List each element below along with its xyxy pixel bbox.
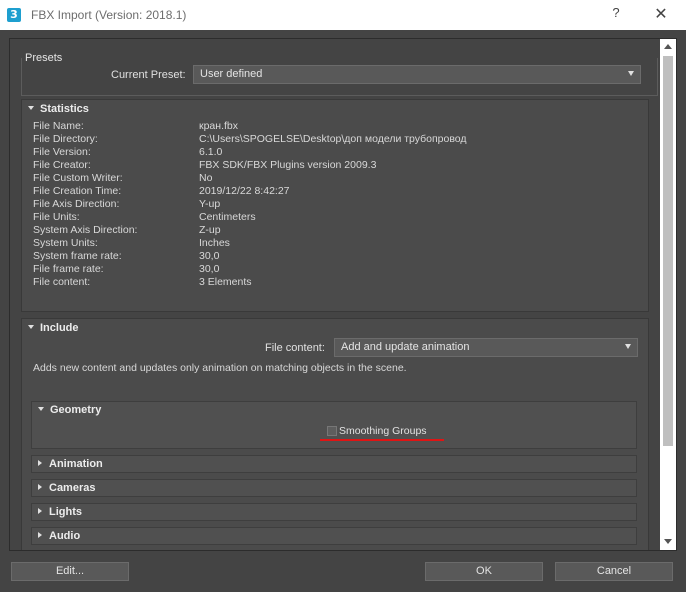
statistics-row-value: 30,0 <box>199 250 220 262</box>
cameras-rollout[interactable]: Cameras <box>31 479 637 497</box>
lights-header[interactable]: Lights <box>38 506 82 518</box>
scrollbar-thumb[interactable] <box>663 56 673 446</box>
smoothing-groups-checkbox[interactable] <box>327 426 337 436</box>
file-content-value: Add and update animation <box>341 341 470 353</box>
include-rollout: Include File content: Add and update ani… <box>21 318 649 550</box>
presets-label: Presets <box>25 52 63 64</box>
statistics-row-value: 2019/12/22 8:42:27 <box>199 185 290 197</box>
statistics-row-label: File content: <box>33 276 91 288</box>
current-preset-label: Current Preset: <box>111 69 186 81</box>
statistics-row-value: 6.1.0 <box>199 146 223 158</box>
animation-header[interactable]: Animation <box>38 458 103 470</box>
collapse-triangle-icon <box>38 532 42 539</box>
animation-rollout[interactable]: Animation <box>31 455 637 473</box>
statistics-row-label: System Units: <box>33 237 98 249</box>
statistics-row-value: Y-up <box>199 198 221 210</box>
scroll-down-icon[interactable] <box>664 539 672 544</box>
audio-header[interactable]: Audio <box>38 530 80 542</box>
chevron-down-icon <box>625 344 631 349</box>
close-button[interactable]: ✕ <box>651 4 671 24</box>
highlight-underline <box>320 439 444 441</box>
ok-button[interactable]: OK <box>425 562 543 581</box>
statistics-row-label: File Creator: <box>33 159 91 171</box>
vertical-scrollbar[interactable] <box>660 39 676 550</box>
expand-triangle-icon <box>28 106 34 111</box>
statistics-row-label: File Custom Writer: <box>33 172 123 184</box>
title-bar: 3 FBX Import (Version: 2018.1) ? ✕ <box>0 0 686 30</box>
statistics-row-value: Z-up <box>199 224 221 236</box>
statistics-row-label: System Axis Direction: <box>33 224 138 236</box>
file-content-label: File content: <box>265 342 325 354</box>
statistics-row-label: File Name: <box>33 120 84 132</box>
statistics-row-label: File Version: <box>33 146 91 158</box>
statistics-row-label: File Units: <box>33 211 80 223</box>
statistics-row-label: File Axis Direction: <box>33 198 120 210</box>
statistics-header[interactable]: Statistics <box>28 103 89 115</box>
statistics-row-value: 3 Elements <box>199 276 252 288</box>
geometry-rollout: Geometry Smoothing Groups <box>31 401 637 449</box>
main-panel: Presets Current Preset: User defined Sta… <box>9 38 677 551</box>
window-title: FBX Import (Version: 2018.1) <box>31 8 187 22</box>
statistics-row-value: FBX SDK/FBX Plugins version 2009.3 <box>199 159 377 171</box>
smoothing-groups-label: Smoothing Groups <box>339 425 427 437</box>
scroll-content: Presets Current Preset: User defined Sta… <box>10 39 660 550</box>
include-description: Adds new content and updates only animat… <box>33 362 407 374</box>
statistics-row-value: 30,0 <box>199 263 220 275</box>
collapse-triangle-icon <box>38 508 42 515</box>
statistics-row-label: System frame rate: <box>33 250 122 262</box>
expand-triangle-icon <box>38 407 44 412</box>
audio-rollout[interactable]: Audio <box>31 527 637 545</box>
collapse-triangle-icon <box>38 484 42 491</box>
lights-rollout[interactable]: Lights <box>31 503 637 521</box>
statistics-row-label: File Directory: <box>33 133 98 145</box>
statistics-row-label: File frame rate: <box>33 263 104 275</box>
statistics-row-value: Centimeters <box>199 211 256 223</box>
expand-triangle-icon <box>28 325 34 330</box>
app-icon: 3 <box>7 8 21 22</box>
scroll-up-icon[interactable] <box>664 44 672 49</box>
statistics-row-value: Inches <box>199 237 230 249</box>
chevron-down-icon <box>628 71 634 76</box>
help-button[interactable]: ? <box>609 5 623 20</box>
cancel-button[interactable]: Cancel <box>555 562 673 581</box>
file-content-dropdown[interactable]: Add and update animation <box>334 338 638 357</box>
collapse-triangle-icon <box>38 460 42 467</box>
statistics-row-value: C:\Users\SPOGELSE\Desktop\доп модели тру… <box>199 133 467 145</box>
edit-button[interactable]: Edit... <box>11 562 129 581</box>
geometry-header[interactable]: Geometry <box>38 404 101 416</box>
include-header[interactable]: Include <box>28 322 79 334</box>
statistics-row-label: File Creation Time: <box>33 185 122 197</box>
statistics-rollout: Statistics File Name: кран.fbx File Direct… <box>21 99 649 312</box>
current-preset-value: User defined <box>200 68 263 80</box>
statistics-row-value: No <box>199 172 213 184</box>
statistics-row-value: кран.fbx <box>199 120 238 132</box>
current-preset-dropdown[interactable]: User defined <box>193 65 641 84</box>
cameras-header[interactable]: Cameras <box>38 482 95 494</box>
